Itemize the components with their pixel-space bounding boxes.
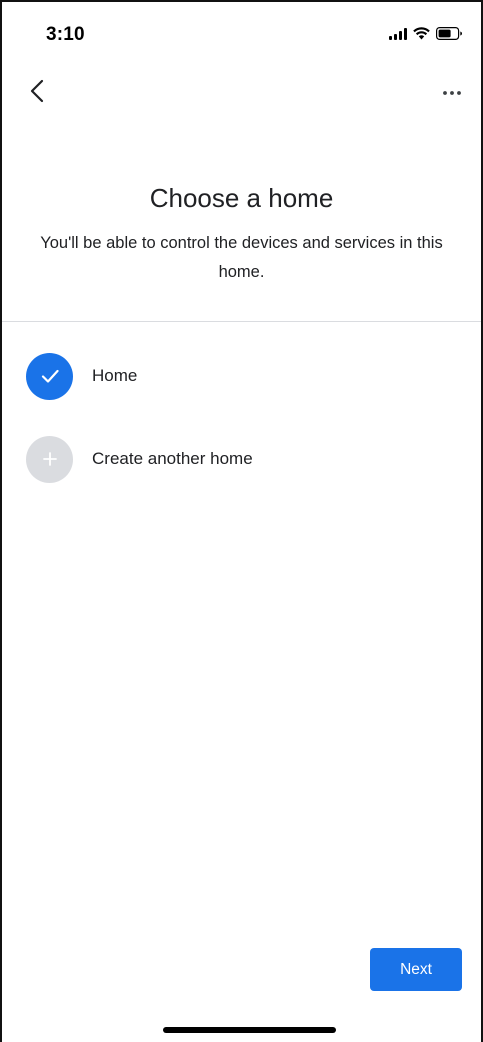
status-time: 3:10 — [46, 24, 85, 45]
add-home-indicator — [26, 435, 73, 483]
signal-icon — [389, 27, 407, 40]
next-button[interactable]: Next — [370, 948, 462, 991]
chevron-left-icon — [30, 79, 44, 103]
more-options-button[interactable] — [437, 78, 467, 108]
home-indicator[interactable] — [163, 1027, 336, 1033]
status-bar: 3:10 — [2, 2, 481, 66]
battery-icon — [436, 27, 463, 40]
status-icons — [389, 27, 463, 40]
check-icon — [41, 369, 59, 383]
divider — [2, 321, 481, 322]
plus-icon — [42, 452, 57, 466]
page-title: Choose a home — [149, 183, 334, 213]
create-another-home-option[interactable]: Create another home — [2, 428, 481, 490]
more-horizontal-icon — [443, 91, 461, 95]
home-option-label: Home — [92, 366, 138, 385]
wifi-icon — [413, 27, 430, 40]
create-home-label: Create another home — [92, 449, 253, 468]
back-button[interactable] — [22, 76, 52, 106]
selected-indicator — [26, 352, 73, 400]
home-option-home[interactable]: Home — [2, 345, 481, 407]
choose-home-screen: 3:10 Choose a home You'll be able to con… — [0, 0, 483, 1042]
page-subtitle: You'll be able to control the devices an… — [40, 234, 443, 281]
